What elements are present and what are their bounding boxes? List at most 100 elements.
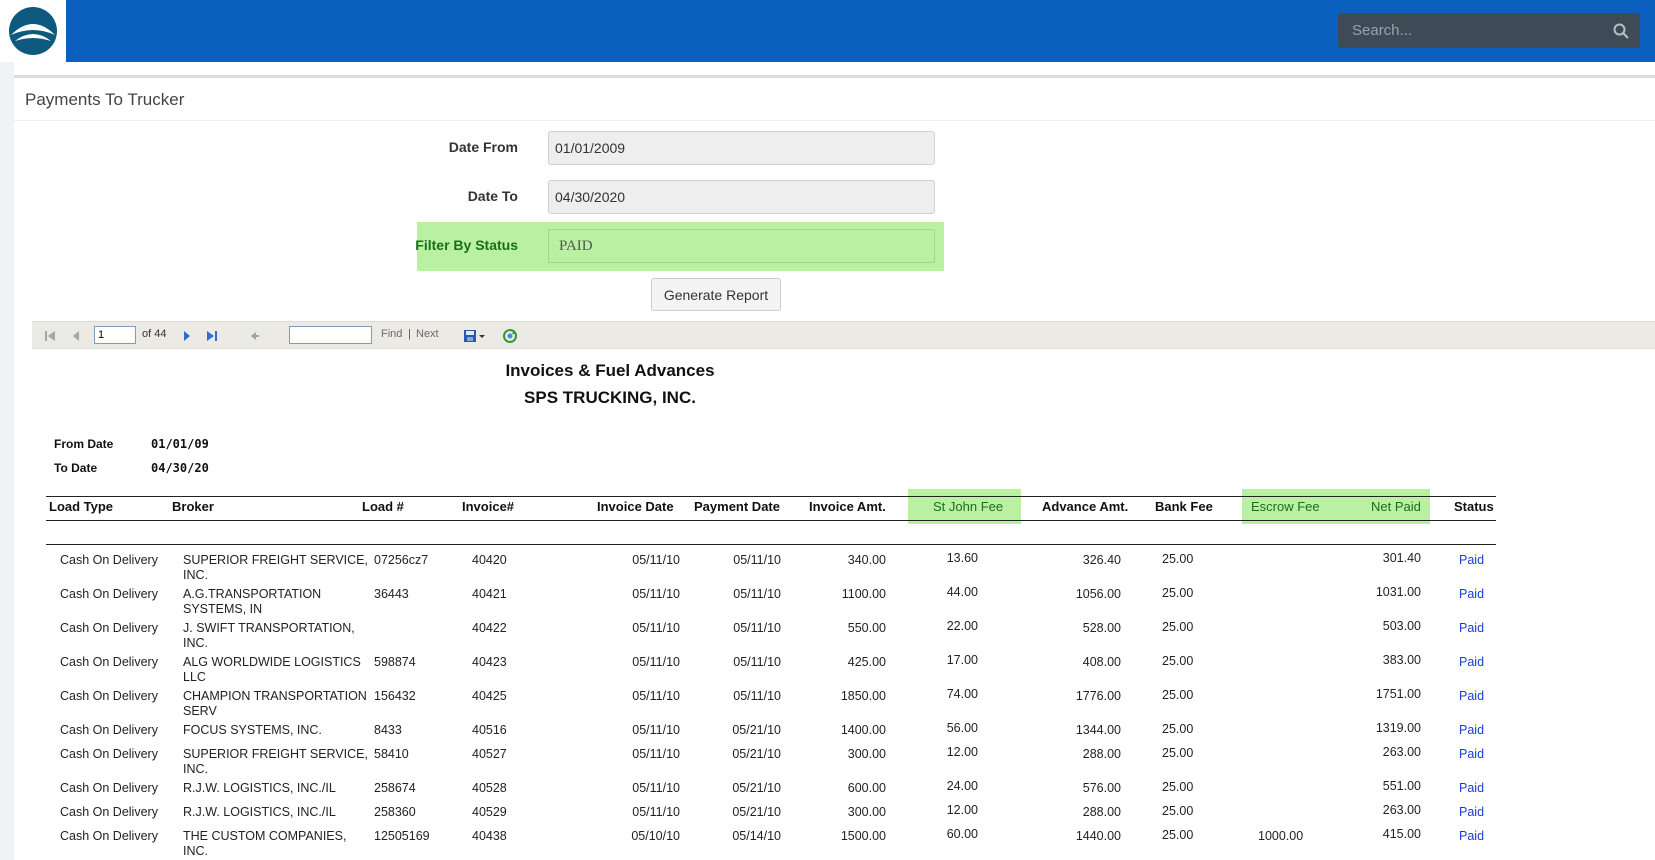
cell-load-type: Cash On Delivery [60,829,158,843]
cell-status-link[interactable]: Paid [1459,781,1484,796]
cell-advance-amt: 326.40 [1082,553,1121,567]
first-page-icon[interactable] [42,328,58,344]
cell-advance-amt: 408.00 [1082,655,1121,669]
app-logo[interactable] [0,0,66,62]
cell-bank-fee: 25.00 [1162,722,1194,736]
cell-escrow-fee: 1000.00 [1258,829,1304,843]
cell-broker: THE CUSTOM COMPANIES, INC. [183,829,347,858]
page-count: of 44 [142,328,167,340]
col-load-type: Load Type [49,499,114,514]
cell-advance-amt: 1056.00 [1075,587,1121,601]
cell-st-john-fee: 17.00 [946,653,978,667]
cell-invoice-amt: 300.00 [847,747,886,761]
cell-invoice-date: 05/11/10 [632,781,680,795]
cell-invoice-no: 40528 [472,781,507,795]
cell-invoice-amt: 550.00 [847,621,886,635]
cell-invoice-date: 05/11/10 [632,805,680,819]
cell-payment-date: 05/21/10 [732,723,781,737]
cell-net-paid: 1319.00 [1375,721,1421,735]
cell-broker: A.G.TRANSPORTATION SYSTEMS, IN [183,587,322,616]
cell-invoice-date: 05/10/10 [631,829,680,843]
search-input[interactable] [1338,13,1598,48]
cell-invoice-date: 05/11/10 [632,689,680,703]
cell-status-link[interactable]: Paid [1459,587,1484,602]
cell-broker: J. SWIFT TRANSPORTATION, INC. [183,621,355,650]
cell-payment-date: 05/11/10 [733,621,781,635]
filter-status-select[interactable]: PAID [548,229,935,263]
report-toolbar: of 44 Find | Next [32,321,1655,349]
date-to-label: Date To [467,188,518,204]
export-save-icon[interactable] [462,328,478,344]
cell-payment-date: 05/11/10 [733,655,781,669]
cell-advance-amt: 288.00 [1082,805,1121,819]
cell-st-john-fee: 44.00 [946,585,978,599]
cell-st-john-fee: 60.00 [946,827,978,841]
cell-broker: SUPERIOR FREIGHT SERVICE, INC. [183,553,368,582]
cell-status-link[interactable]: Paid [1459,829,1484,844]
body-top-rule [46,544,1496,545]
date-to-input[interactable] [548,180,935,214]
cell-status-link[interactable]: Paid [1459,655,1484,670]
cell-invoice-no: 40516 [472,723,507,737]
cell-invoice-amt: 1400.00 [840,723,886,737]
cell-broker: FOCUS SYSTEMS, INC. [183,723,322,737]
cell-invoice-amt: 340.00 [847,553,886,567]
from-date-label: From Date [54,437,114,451]
cell-advance-amt: 1344.00 [1075,723,1121,737]
cell-payment-date: 05/11/10 [733,553,781,567]
cell-bank-fee: 25.00 [1162,780,1194,794]
cell-status-link[interactable]: Paid [1459,723,1484,738]
prev-page-icon[interactable] [68,328,84,344]
cell-status-link[interactable]: Paid [1459,553,1484,568]
cell-status-link[interactable]: Paid [1459,747,1484,762]
search-icon[interactable] [1612,22,1630,40]
refresh-icon[interactable] [502,328,518,344]
cell-status-link[interactable]: Paid [1459,805,1484,820]
cell-invoice-amt: 425.00 [847,655,886,669]
find-link[interactable]: Find [381,328,402,340]
find-input[interactable] [289,326,372,344]
cell-advance-amt: 528.00 [1082,621,1121,635]
cell-load-no: 258360 [374,805,416,819]
export-dropdown-icon[interactable] [478,328,486,344]
next-page-icon[interactable] [179,328,195,344]
cell-payment-date: 05/21/10 [732,781,781,795]
date-from-input[interactable] [548,131,935,165]
generate-report-button[interactable]: Generate Report [651,278,781,311]
cell-payment-date: 05/14/10 [732,829,781,843]
cell-st-john-fee: 74.00 [946,687,978,701]
cell-advance-amt: 576.00 [1082,781,1121,795]
cell-payment-date: 05/21/10 [732,747,781,761]
cell-invoice-no: 40438 [472,829,507,843]
page-number-input[interactable] [94,326,136,344]
cell-load-type: Cash On Delivery [60,655,158,669]
cell-st-john-fee: 56.00 [946,721,978,735]
next-link[interactable]: Next [416,328,439,340]
cell-net-paid: 551.00 [1382,779,1421,793]
cell-load-no: 36443 [374,587,409,601]
from-date-value: 01/01/09 [151,437,209,451]
cell-invoice-date: 05/11/10 [632,621,680,635]
cell-advance-amt: 1440.00 [1075,829,1121,843]
cell-status-link[interactable]: Paid [1459,689,1484,704]
cell-load-type: Cash On Delivery [60,553,158,567]
cell-load-no: 12505169 [374,829,430,843]
cell-load-no: 58410 [374,747,409,761]
back-icon[interactable] [246,328,262,344]
col-invoice-amt: Invoice Amt. [809,499,886,514]
cell-load-no: 8433 [374,723,402,737]
cell-payment-date: 05/11/10 [733,689,781,703]
cell-net-paid: 263.00 [1382,745,1421,759]
cell-invoice-amt: 1850.00 [840,689,886,703]
cell-status-link[interactable]: Paid [1459,621,1484,636]
cell-invoice-date: 05/11/10 [632,655,680,669]
col-net-paid: Net Paid [1371,499,1421,514]
last-page-icon[interactable] [204,328,220,344]
cell-invoice-no: 40421 [472,587,507,601]
cell-load-type: Cash On Delivery [60,747,158,761]
title-divider [14,120,1655,121]
cell-invoice-no: 40423 [472,655,507,669]
col-bank-fee: Bank Fee [1155,499,1213,514]
cell-invoice-amt: 1100.00 [841,587,886,601]
cell-net-paid: 263.00 [1382,803,1421,817]
